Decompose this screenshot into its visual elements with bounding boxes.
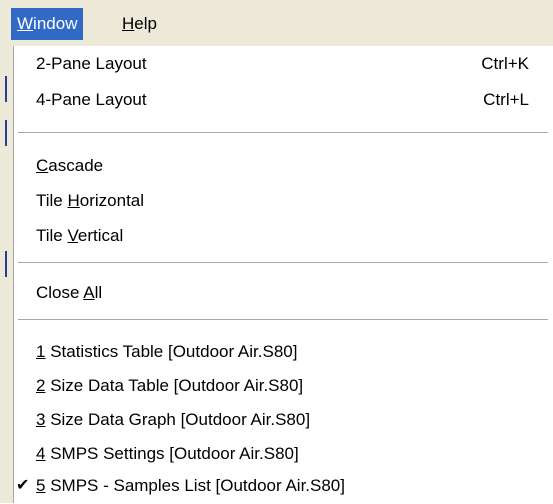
menu-item-label: 2-Pane Layout — [36, 54, 147, 73]
menu-item-window-4[interactable]: 4 SMPS Settings [Outdoor Air.S80] — [14, 436, 553, 472]
menu-item-label: Cascade — [36, 156, 104, 175]
window-menu-dropdown: 2-Pane Layout Ctrl+K 4-Pane Layout Ctrl+… — [13, 46, 553, 503]
menu-item-label: Tile Horizontal — [36, 191, 145, 210]
menu-item-2-pane-layout[interactable]: 2-Pane Layout Ctrl+K — [14, 46, 553, 82]
menu-separator — [18, 319, 548, 320]
menu-item-label: 2 Size Data Table [Outdoor Air.S80] — [36, 376, 304, 395]
menu-item-window-2[interactable]: 2 Size Data Table [Outdoor Air.S80] — [14, 368, 553, 404]
menu-window[interactable]: Window — [11, 8, 84, 40]
menu-window-mnemonic: W — [17, 14, 34, 33]
menu-help-label: elp — [134, 14, 157, 33]
edge-mark — [5, 251, 7, 277]
menu-item-label: 5 SMPS - Samples List [Outdoor Air.S80] — [36, 476, 345, 495]
menu-item-window-5[interactable]: ✔ 5 SMPS - Samples List [Outdoor Air.S80… — [14, 468, 553, 504]
menu-item-tile-vertical[interactable]: Tile Vertical — [14, 218, 553, 254]
menu-item-tile-horizontal[interactable]: Tile Horizontal — [14, 183, 553, 219]
menu-bar: Window Help — [0, 0, 553, 46]
menu-separator — [18, 262, 548, 263]
menu-window-label: indow — [33, 14, 78, 33]
menu-item-label: 1 Statistics Table [Outdoor Air.S80] — [36, 342, 298, 361]
menu-item-cascade[interactable]: Cascade — [14, 148, 553, 184]
menu-item-window-3[interactable]: 3 Size Data Graph [Outdoor Air.S80] — [14, 402, 553, 438]
edge-mark — [5, 120, 7, 146]
menu-item-4-pane-layout[interactable]: 4-Pane Layout Ctrl+L — [14, 82, 553, 118]
menu-help-mnemonic: H — [122, 14, 135, 33]
background-window-edge — [0, 46, 13, 503]
menu-item-label: Close All — [36, 283, 103, 302]
checkmark-icon: ✔ — [16, 477, 30, 494]
menu-item-window-1[interactable]: 1 Statistics Table [Outdoor Air.S80] — [14, 334, 553, 370]
menu-item-shortcut: Ctrl+K — [481, 54, 529, 73]
menu-item-label: Tile Vertical — [36, 226, 124, 245]
menu-separator — [18, 132, 548, 133]
menu-item-label: 3 Size Data Graph [Outdoor Air.S80] — [36, 410, 311, 429]
menu-item-label: 4 SMPS Settings [Outdoor Air.S80] — [36, 444, 299, 463]
menu-item-shortcut: Ctrl+L — [483, 90, 529, 109]
menu-item-label: 4-Pane Layout — [36, 90, 147, 109]
menu-item-close-all[interactable]: Close All — [14, 275, 553, 311]
menu-help[interactable]: Help — [116, 8, 163, 40]
edge-mark — [5, 76, 7, 102]
